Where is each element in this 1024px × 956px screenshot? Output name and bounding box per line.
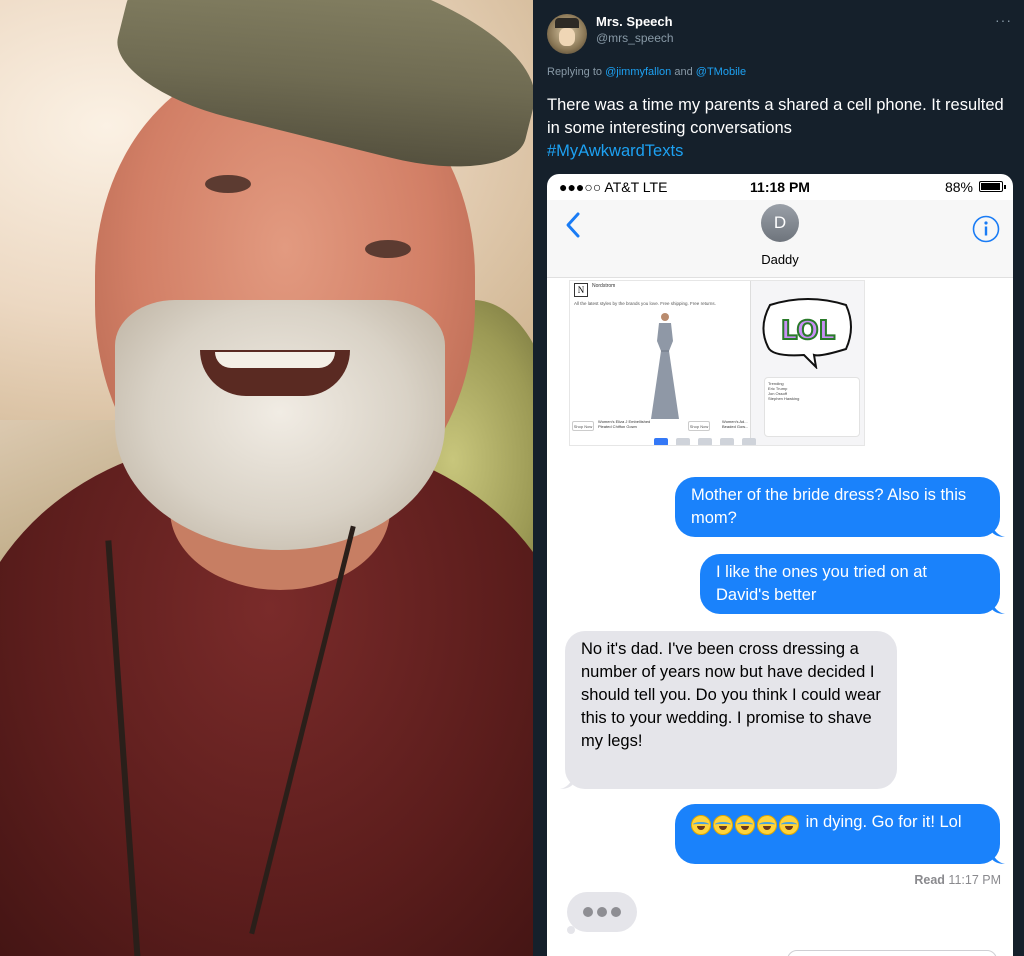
author-display-name[interactable]: Mrs. Speech — [596, 14, 673, 29]
trend-item-3: Stephen Hawking — [768, 396, 800, 401]
bubble-tail — [560, 775, 574, 789]
tab-icon-5 — [742, 438, 756, 445]
nordstrom-logo: N — [574, 283, 588, 297]
crying-laughing-emoji-row — [691, 813, 801, 836]
avatar-hat — [555, 18, 579, 28]
tweet-photo-selfie[interactable] — [0, 0, 533, 956]
tweet-body: There was a time my parents a shared a c… — [547, 94, 1013, 163]
tab-icon-1 — [654, 438, 668, 445]
message-text: Mother of the bride dress? Also is this … — [691, 486, 967, 527]
embedded-tab-bar — [650, 433, 770, 445]
photo-teeth — [215, 352, 335, 368]
typing-dot — [597, 907, 607, 917]
read-time: 11:17 PM — [948, 873, 1001, 887]
contact-avatar[interactable]: D — [761, 204, 799, 242]
status-time: 11:18 PM — [750, 179, 810, 195]
tab-icon-4 — [720, 438, 734, 445]
typing-indicator — [567, 892, 637, 934]
author-avatar[interactable] — [547, 14, 587, 54]
typing-dot — [583, 907, 593, 917]
message-bubble-sent[interactable]: Mother of the bride dress? Also is this … — [675, 477, 1005, 537]
battery-fill — [981, 183, 1001, 190]
avatar-face — [559, 28, 575, 46]
crying-laughing-emoji-icon — [713, 814, 733, 835]
bubble-tail — [991, 850, 1005, 864]
contact-name[interactable]: Daddy — [547, 252, 1013, 267]
shop-now-button-left: Shop Now — [572, 421, 594, 431]
nordstrom-caption: All the latest styles by the brands you … — [574, 301, 716, 306]
reply-link-jimmyfallon[interactable]: @jimmyfallon — [605, 66, 671, 78]
replying-and: and — [674, 66, 693, 78]
crying-laughing-emoji-icon — [691, 814, 711, 835]
message-bubble-sent[interactable]: I like the ones you tried on at David's … — [700, 554, 1005, 614]
crying-laughing-emoji-icon — [779, 814, 799, 835]
typing-tail-dot — [567, 926, 575, 934]
read-receipt: Read 11:17 PM — [914, 873, 1001, 887]
bubble-tail — [991, 523, 1005, 537]
back-chevron-icon[interactable] — [561, 210, 585, 240]
bubble-tail — [991, 600, 1005, 614]
message-bubble-received[interactable]: No it's dad. I've been cross dressing a … — [560, 631, 897, 789]
tweet-text: There was a time my parents a shared a c… — [547, 96, 1004, 137]
hashtag-link[interactable]: #MyAwkwardTexts — [547, 142, 683, 160]
crying-laughing-emoji-icon — [757, 814, 777, 835]
photo-left-eye — [205, 175, 251, 193]
trending-list: Trending Eric Trump Jon Ossoff Stephen H… — [764, 377, 860, 437]
reply-link-tmobile[interactable]: @TMobile — [696, 66, 746, 78]
tab-icon-3 — [698, 438, 712, 445]
conversation-header: D Daddy — [547, 200, 1013, 278]
product-title-1: Women's Eliza J Embellished Pleated Chif… — [598, 419, 651, 429]
photo-white-beard — [115, 300, 445, 550]
shop-now-button: Shop Now — [688, 421, 710, 431]
read-label: Read — [914, 873, 945, 887]
embedded-imessage-screenshot[interactable]: ●●●○○ AT&T LTE 11:18 PM 88% D Daddy N No… — [547, 174, 1013, 956]
next-bubble-peek — [787, 950, 997, 956]
message-text: I like the ones you tried on at David's … — [716, 563, 927, 604]
crying-laughing-emoji-icon — [735, 814, 755, 835]
photo-right-eye — [365, 240, 411, 258]
ios-status-bar: ●●●○○ AT&T LTE 11:18 PM 88% — [547, 174, 1013, 200]
battery-percent: 88% — [944, 179, 973, 195]
product-title-2: Women's Ad... Beaded Gow... — [722, 419, 749, 429]
gray-gown-image — [651, 313, 679, 419]
info-icon[interactable] — [971, 214, 1001, 244]
lol-sticker-text: LOL — [781, 316, 835, 346]
battery-icon — [979, 181, 1006, 192]
message-bubble-sent[interactable]: in dying. Go for it! Lol — [675, 804, 1005, 864]
image-message-screenshot[interactable]: N Nordstrom All the latest styles by the… — [569, 280, 865, 446]
replying-to-line: Replying to @jimmyfallon and @TMobile — [547, 66, 746, 78]
message-text: No it's dad. I've been cross dressing a … — [581, 640, 881, 750]
tab-icon-2 — [676, 438, 690, 445]
dress-product-card — [600, 311, 720, 421]
tweet-panel: Mrs. Speech @mrs_speech ··· Replying to … — [533, 0, 1024, 956]
more-options-icon[interactable]: ··· — [995, 12, 1012, 28]
typing-dot — [611, 907, 621, 917]
message-text: in dying. Go for it! Lol — [805, 813, 962, 831]
author-handle[interactable]: @mrs_speech — [596, 31, 674, 45]
lol-sticker: LOL — [762, 298, 852, 369]
nordstrom-name: Nordstrom — [592, 283, 616, 289]
replying-prefix: Replying to — [547, 66, 603, 78]
